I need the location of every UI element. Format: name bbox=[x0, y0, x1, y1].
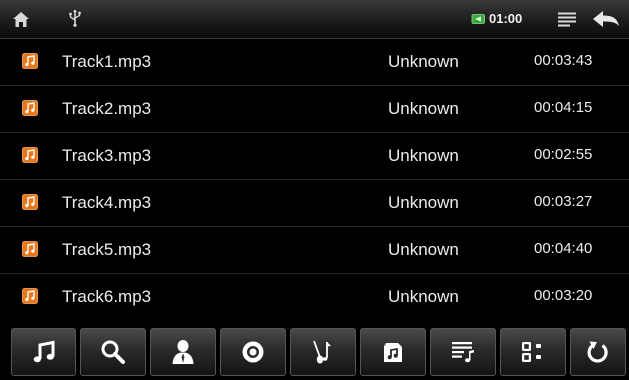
track-duration: 00:03:43 bbox=[534, 52, 593, 69]
music-file-icon bbox=[22, 147, 38, 163]
track-row[interactable]: Track5.mp3 Unknown 00:04:40 bbox=[0, 227, 629, 274]
clock: 01:00 bbox=[489, 11, 523, 26]
artist-button[interactable] bbox=[150, 328, 216, 376]
search-icon bbox=[100, 339, 126, 365]
track-duration: 00:03:20 bbox=[534, 287, 593, 304]
all-songs-button[interactable] bbox=[11, 328, 76, 376]
all-songs-icon bbox=[32, 340, 56, 364]
usb-icon bbox=[66, 7, 84, 29]
music-file-icon bbox=[22, 194, 38, 210]
folder-music-icon bbox=[381, 340, 405, 364]
status-bar: 01:00 bbox=[0, 0, 629, 39]
battery-icon bbox=[471, 14, 485, 24]
track-name: Track1.mp3 bbox=[62, 52, 152, 71]
track-duration: 00:04:15 bbox=[534, 99, 593, 116]
bottom-toolbar bbox=[0, 324, 629, 380]
track-duration: 00:04:40 bbox=[534, 240, 593, 257]
track-name: Track4.mp3 bbox=[62, 193, 152, 212]
track-list: Track1.mp3 Unknown 00:03:43 Track2.mp3 U… bbox=[0, 39, 629, 324]
playlist-icon bbox=[450, 340, 476, 364]
grid-view-button[interactable] bbox=[500, 328, 566, 376]
track-name: Track3.mp3 bbox=[62, 146, 152, 165]
artist-icon bbox=[171, 339, 195, 365]
genre-icon bbox=[311, 339, 335, 365]
track-name: Track6.mp3 bbox=[62, 287, 152, 306]
music-file-icon bbox=[22, 241, 38, 257]
track-artist: Unknown bbox=[388, 52, 459, 71]
track-artist: Unknown bbox=[388, 193, 459, 212]
list-menu-icon[interactable] bbox=[555, 9, 579, 29]
home-icon[interactable] bbox=[8, 7, 34, 31]
album-icon bbox=[241, 340, 265, 364]
track-row[interactable]: Track3.mp3 Unknown 00:02:55 bbox=[0, 133, 629, 180]
playlist-button[interactable] bbox=[430, 328, 496, 376]
track-artist: Unknown bbox=[388, 240, 459, 259]
album-button[interactable] bbox=[220, 328, 286, 376]
track-duration: 00:03:27 bbox=[534, 193, 593, 210]
track-duration: 00:02:55 bbox=[534, 146, 593, 163]
refresh-button[interactable] bbox=[570, 328, 626, 376]
grid-view-icon bbox=[520, 340, 546, 364]
track-row[interactable]: Track2.mp3 Unknown 00:04:15 bbox=[0, 86, 629, 133]
track-artist: Unknown bbox=[388, 146, 459, 165]
track-name: Track2.mp3 bbox=[62, 99, 152, 118]
track-artist: Unknown bbox=[388, 287, 459, 306]
music-file-icon bbox=[22, 288, 38, 304]
back-arrow-icon[interactable] bbox=[590, 7, 622, 31]
music-file-icon bbox=[22, 53, 38, 69]
search-button[interactable] bbox=[80, 328, 146, 376]
track-name: Track5.mp3 bbox=[62, 240, 152, 259]
genre-button[interactable] bbox=[290, 328, 356, 376]
folder-music-button[interactable] bbox=[360, 328, 426, 376]
track-artist: Unknown bbox=[388, 99, 459, 118]
track-row[interactable]: Track6.mp3 Unknown 00:03:20 bbox=[0, 274, 629, 320]
refresh-icon bbox=[586, 339, 610, 365]
track-row[interactable]: Track4.mp3 Unknown 00:03:27 bbox=[0, 180, 629, 227]
track-row[interactable]: Track1.mp3 Unknown 00:03:43 bbox=[0, 39, 629, 86]
music-file-icon bbox=[22, 100, 38, 116]
